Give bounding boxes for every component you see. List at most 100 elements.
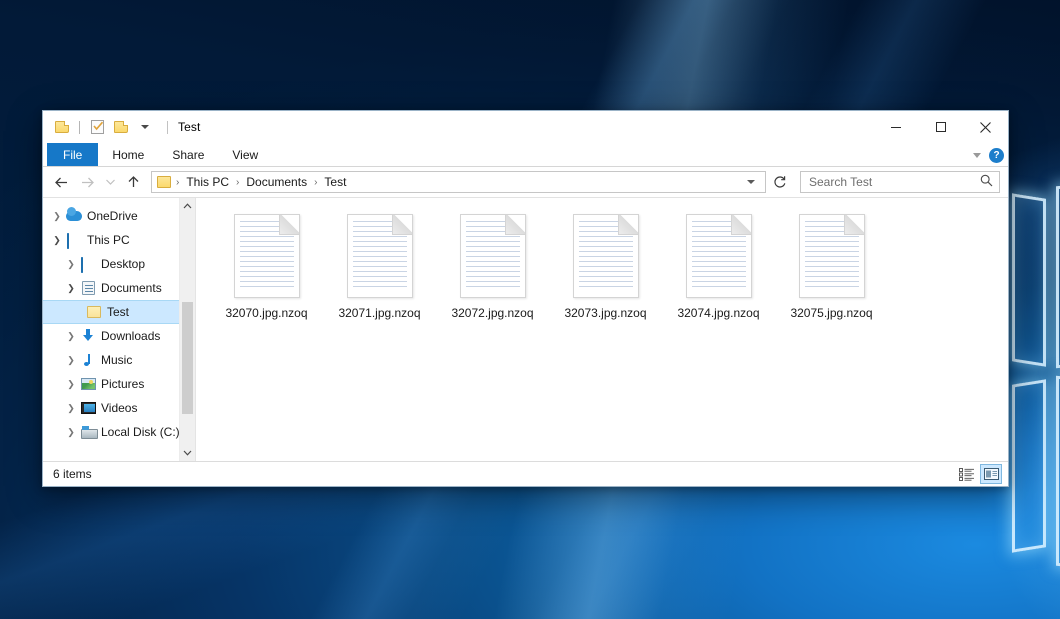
- help-icon[interactable]: ?: [989, 148, 1004, 163]
- list-item[interactable]: 32075.jpg.nzoq: [775, 212, 888, 320]
- onedrive-icon: [65, 211, 83, 221]
- desktop-icon: [79, 258, 97, 270]
- scrollbar-thumb[interactable]: [182, 302, 193, 414]
- scroll-up-icon[interactable]: [180, 198, 195, 214]
- sidebar-item-label: Videos: [101, 402, 137, 414]
- generic-file-icon: [460, 214, 526, 298]
- sidebar-item-label: OneDrive: [87, 210, 138, 222]
- documents-icon: [79, 281, 97, 295]
- file-name-label: 32073.jpg.nzoq: [564, 306, 646, 320]
- pictures-icon: [79, 378, 97, 390]
- breadcrumb-dropdown-icon[interactable]: [747, 180, 755, 184]
- sidebar-item-local-disk[interactable]: ❯ Local Disk (C:): [43, 420, 195, 444]
- folder-icon[interactable]: [52, 117, 72, 137]
- status-bar: 6 items: [43, 461, 1008, 486]
- scroll-down-icon[interactable]: [180, 445, 195, 461]
- list-item[interactable]: 32071.jpg.nzoq: [323, 212, 436, 320]
- breadcrumb-folder-icon: [157, 176, 171, 188]
- chevron-down-icon[interactable]: ❯: [49, 235, 65, 246]
- sidebar-item-label: Music: [101, 354, 132, 366]
- qat-separator-1: [79, 121, 80, 134]
- generic-file-icon: [573, 214, 639, 298]
- sidebar-item-documents[interactable]: ❯ Documents: [43, 276, 195, 300]
- navigation-tree: ❯ OneDrive ❯ This PC ❯ Desktop: [43, 198, 195, 444]
- search-icon[interactable]: [980, 174, 993, 190]
- new-folder-icon[interactable]: [111, 117, 131, 137]
- downloads-icon: [79, 329, 97, 343]
- properties-icon[interactable]: [87, 117, 107, 137]
- list-item[interactable]: 32072.jpg.nzoq: [436, 212, 549, 320]
- large-icons-view-button[interactable]: [980, 464, 1002, 484]
- tab-file[interactable]: File: [47, 143, 98, 166]
- file-name-label: 32071.jpg.nzoq: [338, 306, 420, 320]
- generic-file-icon: [234, 214, 300, 298]
- generic-file-icon: [686, 214, 752, 298]
- customize-caret-icon[interactable]: [135, 117, 155, 137]
- file-name-label: 32074.jpg.nzoq: [677, 306, 759, 320]
- title-bar: Test: [43, 111, 1008, 143]
- maximize-button[interactable]: [918, 111, 963, 143]
- windows-logo-pane-top-right: [1056, 178, 1060, 368]
- up-button[interactable]: [121, 170, 145, 194]
- sidebar-item-label: This PC: [87, 234, 130, 246]
- navigation-scrollbar[interactable]: [179, 198, 195, 461]
- file-grid: 32070.jpg.nzoq 32071.jpg.nzoq: [210, 212, 1008, 320]
- sidebar-item-label: Pictures: [101, 378, 144, 390]
- breadcrumb-separator-1: ›: [231, 177, 244, 188]
- sidebar-item-label: Documents: [101, 282, 162, 294]
- search-placeholder: Search Test: [809, 175, 980, 189]
- chevron-right-icon[interactable]: ❯: [63, 259, 79, 270]
- close-button[interactable]: [963, 111, 1008, 143]
- windows-logo-pane-bottom-right: [1056, 376, 1060, 574]
- back-button[interactable]: [49, 170, 73, 194]
- list-item[interactable]: 32070.jpg.nzoq: [210, 212, 323, 320]
- ribbon-tab-bar: File Home Share View ?: [43, 143, 1008, 167]
- disk-icon: [79, 426, 97, 438]
- breadcrumb-separator-0: ›: [171, 177, 184, 188]
- sidebar-item-music[interactable]: ❯ Music: [43, 348, 195, 372]
- this-pc-icon: [65, 234, 83, 246]
- sidebar-item-pictures[interactable]: ❯ Pictures: [43, 372, 195, 396]
- sidebar-item-test[interactable]: Test: [43, 300, 195, 324]
- chevron-down-icon[interactable]: [973, 153, 981, 158]
- forward-button[interactable]: [75, 170, 99, 194]
- music-icon: [79, 353, 97, 367]
- sidebar-item-downloads[interactable]: ❯ Downloads: [43, 324, 195, 348]
- chevron-right-icon[interactable]: ❯: [63, 331, 79, 342]
- file-explorer-window: Test File Home Share View ?: [42, 110, 1009, 487]
- file-name-label: 32070.jpg.nzoq: [225, 306, 307, 320]
- minimize-button[interactable]: [873, 111, 918, 143]
- file-list-view[interactable]: 32070.jpg.nzoq 32071.jpg.nzoq: [195, 198, 1008, 461]
- sidebar-item-this-pc[interactable]: ❯ This PC: [43, 228, 195, 252]
- breadcrumb-item-this-pc[interactable]: This PC: [184, 175, 231, 189]
- sidebar-item-onedrive[interactable]: ❯ OneDrive: [43, 204, 195, 228]
- chevron-right-icon[interactable]: ❯: [63, 379, 79, 390]
- refresh-button[interactable]: [768, 170, 792, 194]
- item-count-label: 6 items: [53, 467, 92, 481]
- videos-icon: [79, 402, 97, 414]
- window-controls: [873, 111, 1008, 143]
- windows-logo-pane-bottom-left: [1012, 379, 1046, 552]
- list-item[interactable]: 32073.jpg.nzoq: [549, 212, 662, 320]
- chevron-right-icon[interactable]: ❯: [63, 403, 79, 414]
- list-item[interactable]: 32074.jpg.nzoq: [662, 212, 775, 320]
- generic-file-icon: [347, 214, 413, 298]
- breadcrumb[interactable]: › This PC › Documents › Test: [151, 171, 766, 193]
- chevron-right-icon[interactable]: ❯: [49, 211, 65, 222]
- qat-separator-2: [167, 121, 168, 134]
- recent-locations-button[interactable]: [101, 170, 119, 194]
- file-name-label: 32075.jpg.nzoq: [790, 306, 872, 320]
- tab-view[interactable]: View: [218, 143, 272, 166]
- tab-home[interactable]: Home: [98, 143, 158, 166]
- sidebar-item-desktop[interactable]: ❯ Desktop: [43, 252, 195, 276]
- chevron-right-icon[interactable]: ❯: [63, 355, 79, 366]
- breadcrumb-item-documents[interactable]: Documents: [244, 175, 309, 189]
- chevron-down-icon[interactable]: ❯: [63, 283, 79, 294]
- windows-logo-pane-top-left: [1012, 193, 1046, 366]
- breadcrumb-item-test[interactable]: Test: [322, 175, 348, 189]
- details-view-button[interactable]: [956, 464, 978, 484]
- chevron-right-icon[interactable]: ❯: [63, 427, 79, 438]
- sidebar-item-videos[interactable]: ❯ Videos: [43, 396, 195, 420]
- tab-share[interactable]: Share: [158, 143, 218, 166]
- search-input[interactable]: Search Test: [800, 171, 1000, 193]
